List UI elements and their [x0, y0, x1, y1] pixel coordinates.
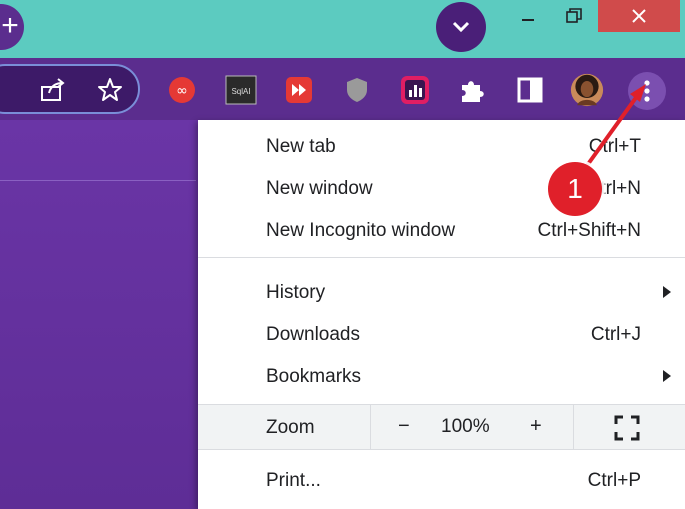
close-icon — [632, 9, 646, 23]
page-divider — [0, 180, 196, 181]
zoom-row: Zoom − 100% + — [198, 405, 685, 449]
submenu-arrow-icon — [663, 370, 671, 382]
extension-infinity[interactable]: ∞ — [165, 72, 199, 108]
menu-item-label: Downloads — [266, 324, 360, 345]
fast-forward-extension-icon — [286, 77, 312, 103]
menu-item-shortcut: Ctrl+P — [587, 470, 641, 491]
share-icon — [41, 78, 65, 101]
restore-button[interactable] — [552, 0, 596, 32]
zoom-divider — [370, 405, 371, 449]
menu-item-bookmarks[interactable]: Bookmarks — [198, 356, 685, 396]
submenu-arrow-icon — [663, 286, 671, 298]
menu-item-new-incognito-window[interactable]: New Incognito window Ctrl+Shift+N — [198, 210, 685, 250]
tab-search-button[interactable] — [436, 2, 486, 52]
menu-item-history[interactable]: History — [198, 272, 685, 312]
menu-item-shortcut: Ctrl+J — [590, 324, 641, 345]
chevron-down-icon — [452, 21, 470, 33]
minimize-icon — [522, 19, 534, 21]
zoom-divider — [573, 405, 574, 449]
menu-item-downloads[interactable]: Downloads Ctrl+J — [198, 314, 685, 354]
menu-item-label: New Incognito window — [266, 220, 456, 241]
plus-icon: + — [1, 9, 19, 42]
extension-fast-forward[interactable] — [282, 72, 316, 108]
zoom-in-button[interactable]: + — [530, 415, 542, 438]
svg-text:∞: ∞ — [176, 83, 188, 99]
menu-item-label: New window — [266, 178, 373, 199]
share-button[interactable] — [36, 72, 70, 108]
extension-sqlai[interactable]: SqlAI — [224, 72, 258, 108]
menu-item-label: New tab — [266, 136, 336, 157]
infinity-extension-icon: ∞ — [169, 77, 195, 103]
menu-item-shortcut: Ctrl+Shift+N — [537, 220, 641, 241]
menu-item-print[interactable]: Print... Ctrl+P — [198, 460, 685, 500]
sqlai-extension-icon: SqlAI — [225, 75, 257, 105]
star-icon — [98, 78, 122, 101]
shield-extension-icon — [347, 78, 367, 102]
extension-shield[interactable] — [340, 72, 374, 108]
extension-chart[interactable] — [398, 72, 432, 108]
menu-separator — [198, 257, 685, 258]
zoom-label: Zoom — [266, 417, 315, 438]
restore-icon — [566, 8, 582, 23]
extensions-button[interactable] — [455, 72, 489, 108]
bookmark-star-button[interactable] — [93, 72, 127, 108]
side-panel-button[interactable] — [513, 72, 547, 108]
zoom-level: 100% — [441, 416, 490, 437]
side-panel-icon — [517, 77, 543, 103]
annotation-step-badge: 1 — [548, 162, 602, 216]
menu-separator — [198, 449, 685, 450]
svg-text:SqlAI: SqlAI — [231, 87, 250, 96]
menu-item-label: Bookmarks — [266, 366, 362, 387]
minimize-button[interactable] — [506, 0, 550, 32]
menu-item-label: History — [266, 282, 326, 303]
fullscreen-button[interactable] — [614, 415, 640, 446]
close-button[interactable] — [598, 0, 680, 32]
chart-extension-icon — [401, 76, 429, 104]
fullscreen-icon — [614, 415, 640, 441]
puzzle-icon — [462, 81, 484, 102]
zoom-out-button[interactable]: − — [398, 415, 410, 438]
menu-item-label: Print... — [266, 470, 321, 491]
